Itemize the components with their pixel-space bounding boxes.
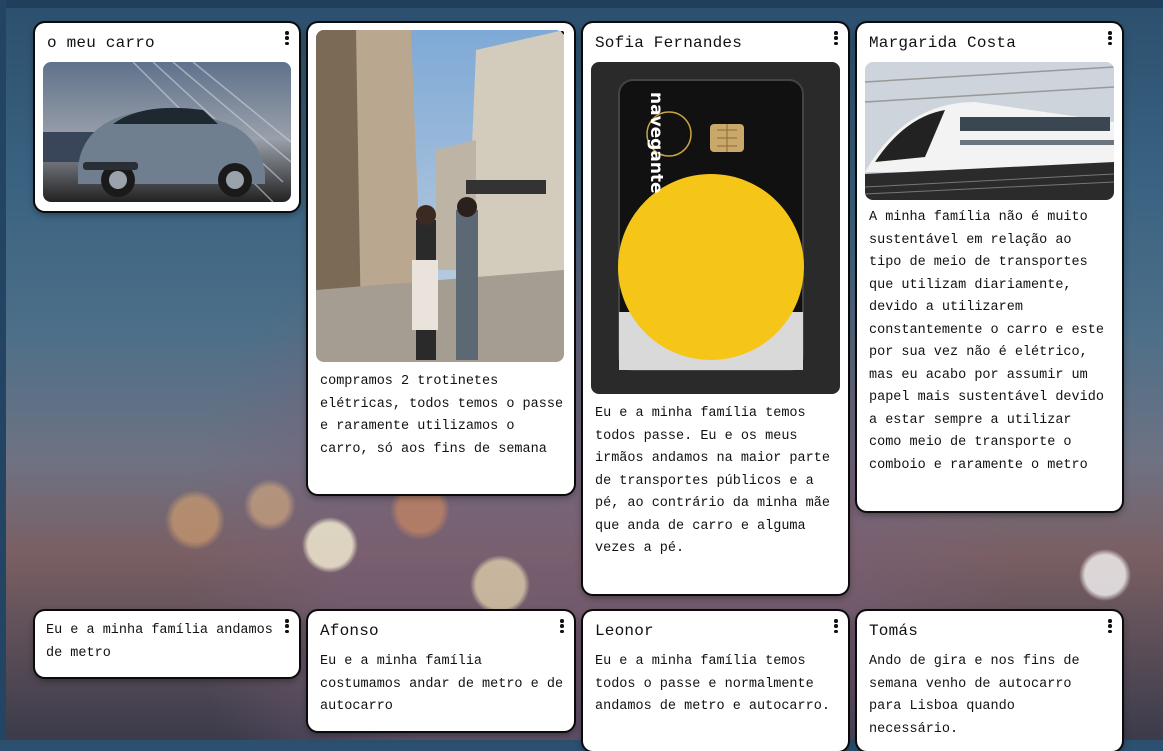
post-card-tomas[interactable]: Tomás Ando de gira e nos fins de semana … [857, 611, 1122, 751]
post-text: compramos 2 trotinetes elétricas, todos … [320, 374, 564, 457]
more-vertical-icon[interactable] [831, 29, 841, 47]
train-photo-illustration [865, 62, 1114, 200]
train-photo[interactable] [865, 62, 1114, 200]
navegante-card-illustration: navegante [591, 62, 840, 394]
board-top-edge [0, 0, 1163, 8]
post-author: Tomás [869, 622, 919, 640]
post-card-margarida[interactable]: Margarida Costa A minha família não é mu… [857, 23, 1122, 511]
post-card-scooters[interactable]: compramos 2 trotinetes elétricas, todos … [308, 23, 574, 494]
post-author: Margarida Costa [869, 34, 1017, 52]
more-vertical-icon[interactable] [1105, 617, 1115, 635]
post-card-afonso[interactable]: Afonso Eu e a minha família costumamos a… [308, 611, 574, 731]
more-vertical-icon[interactable] [282, 29, 292, 47]
navegante-card-label: navegante [646, 92, 666, 194]
board-left-edge [0, 0, 6, 740]
post-text: Eu e a minha família andamos de metro [46, 623, 273, 661]
post-card-car[interactable]: o meu carro [35, 23, 299, 211]
more-vertical-icon[interactable] [282, 617, 292, 635]
post-text: Eu e a minha família costumamos andar de… [320, 654, 564, 714]
street-photo[interactable] [316, 30, 564, 362]
street-photo-illustration [316, 30, 564, 362]
more-vertical-icon[interactable] [1105, 29, 1115, 47]
navegante-card-photo[interactable]: navegante [591, 62, 840, 394]
post-title: o meu carro [47, 34, 155, 52]
post-text: A minha família não é muito sustentável … [869, 210, 1104, 473]
post-text: Eu e a minha família temos todos passe. … [595, 406, 830, 556]
post-card-leonor[interactable]: Leonor Eu e a minha família temos todos … [583, 611, 848, 751]
more-vertical-icon[interactable] [557, 617, 567, 635]
post-text: Eu e a minha família temos todos o passe… [595, 654, 830, 714]
more-vertical-icon[interactable] [831, 617, 841, 635]
car-photo-illustration [43, 62, 291, 202]
car-photo[interactable] [43, 62, 291, 202]
post-author: Sofia Fernandes [595, 34, 743, 52]
post-author: Afonso [320, 622, 379, 640]
post-text: Ando de gira e nos fins de semana venho … [869, 654, 1080, 737]
post-card-metro[interactable]: Eu e a minha família andamos de metro [35, 611, 299, 677]
post-author: Leonor [595, 622, 654, 640]
post-card-sofia[interactable]: Sofia Fernandes navegante Eu e a minha f… [583, 23, 848, 594]
